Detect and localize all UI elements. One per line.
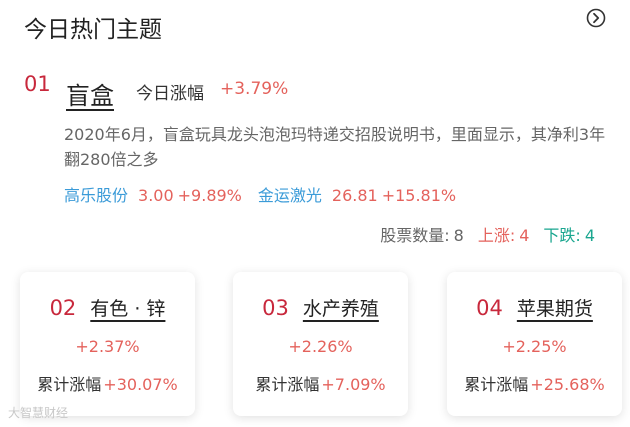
watermark: 大智慧财经	[8, 406, 69, 420]
card-rank: 03	[262, 296, 289, 320]
stock-change-1: +9.89%	[177, 186, 242, 205]
card-change: +2.25%	[502, 337, 567, 356]
card-cum-value: +30.07%	[103, 375, 178, 394]
total-count-label: 股票数量:	[380, 226, 450, 245]
card-cum-value: +7.09%	[321, 375, 386, 394]
stock-price-2: 26.81	[331, 186, 378, 205]
card-cum-label: 累计涨幅	[464, 375, 529, 394]
topic-card[interactable]: 04 苹果期货 +2.25% 累计涨幅 +25.68%	[447, 272, 622, 416]
stock-change-2: +15.81%	[381, 186, 457, 205]
down-count-value: 4	[584, 226, 595, 245]
card-cum-label: 累计涨幅	[255, 375, 320, 394]
card-topic-name[interactable]: 水产养殖	[303, 298, 379, 320]
featured-stocks: 高乐股份 3.00 +9.89% 金运激光 26.81 +15.81%	[64, 182, 456, 206]
stock-price-1: 3.00	[138, 186, 174, 205]
up-count-label: 上涨:	[477, 226, 516, 245]
featured-description: 2020年6月，盲盒玩具龙头泡泡玛特递交招股说明书，里面显示，其净利3年翻280…	[64, 125, 606, 169]
card-topic-name[interactable]: 有色 · 锌	[90, 298, 165, 320]
today-change-value: +3.79%	[220, 79, 289, 99]
featured-rank: 01	[24, 72, 51, 96]
card-change: +2.37%	[75, 337, 140, 356]
down-count-label: 下跌:	[543, 226, 581, 245]
featured-topic-name[interactable]: 盲盒	[66, 76, 114, 111]
card-rank: 04	[476, 296, 503, 320]
chevron-right-circle-icon[interactable]	[586, 8, 606, 28]
stock-counts: 股票数量: 8 上涨: 4 下跌: 4	[380, 222, 595, 246]
stock-name-2[interactable]: 金运激光	[258, 186, 322, 205]
card-change: +2.26%	[288, 337, 353, 356]
card-topic-name[interactable]: 苹果期货	[517, 298, 593, 320]
topic-card[interactable]: 03 水产养殖 +2.26% 累计涨幅 +7.09%	[233, 272, 408, 416]
card-rank: 02	[49, 296, 77, 320]
topic-card[interactable]: 02 有色 · 锌 +2.37% 累计涨幅 +30.07%	[20, 272, 195, 416]
up-count-value: 4	[519, 226, 530, 245]
page-title: 今日热门主题	[24, 17, 162, 43]
card-cum-value: +25.68%	[530, 375, 605, 394]
total-count-value: 8	[453, 226, 464, 245]
today-change-label: 今日涨幅	[136, 84, 204, 104]
stock-name-1[interactable]: 高乐股份	[64, 186, 128, 205]
card-cum-label: 累计涨幅	[37, 375, 102, 394]
